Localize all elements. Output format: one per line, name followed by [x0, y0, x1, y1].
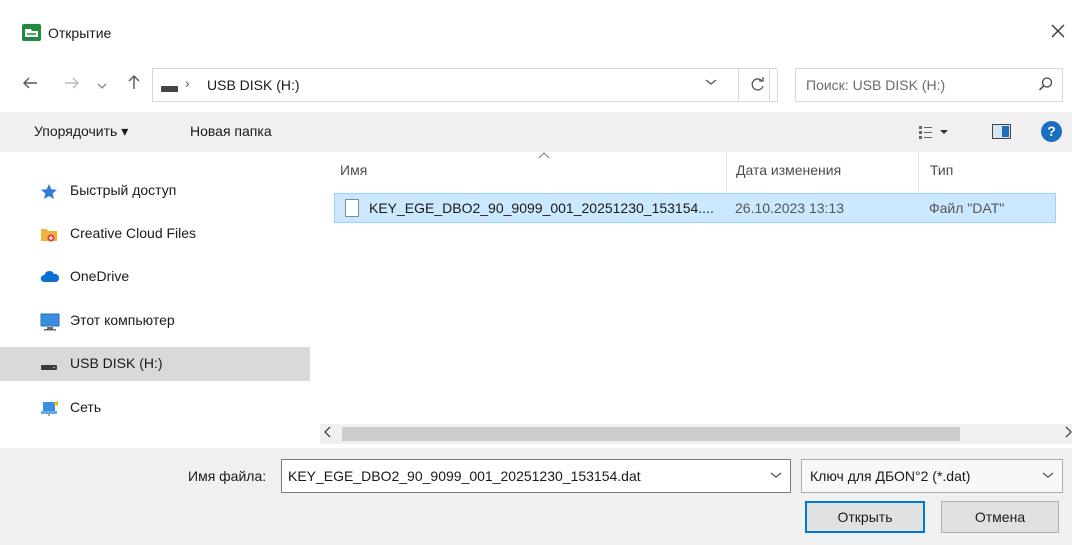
breadcrumb-usb-disk[interactable]: USB DISK (H:): [207, 77, 300, 93]
sidebar-item-quick-access[interactable]: Быстрый доступ: [0, 174, 310, 208]
filename-label: Имя файла:: [188, 468, 267, 484]
window-title: Открытие: [48, 25, 112, 41]
chevron-down-icon: [97, 83, 107, 89]
chevron-down-icon: [1042, 472, 1054, 478]
file-row[interactable]: KEY_EGE_DBO2_90_9099_001_20251230_153154…: [334, 193, 1056, 223]
close-button[interactable]: [1050, 19, 1072, 45]
sidebar-item-label: OneDrive: [70, 268, 130, 284]
cancel-button[interactable]: Отмена: [941, 501, 1059, 533]
recent-locations-button[interactable]: [92, 73, 112, 97]
star-icon: [40, 183, 58, 199]
filter-dropdown-button[interactable]: [1042, 468, 1054, 482]
navigation-pane: Быстрый доступ Creative Cloud Files OneD…: [0, 152, 314, 448]
file-name: KEY_EGE_DBO2_90_9099_001_20251230_153154…: [369, 200, 714, 216]
title-bar: Открытие: [0, 0, 1072, 60]
search-field[interactable]: Поиск: USB DISK (H:): [795, 68, 1063, 102]
chevron-down-icon: [770, 472, 782, 478]
file-type: Файл "DAT": [929, 200, 1005, 216]
back-button[interactable]: [20, 73, 40, 97]
filename-value: KEY_EGE_DBO2_90_9099_001_20251230_153154…: [288, 468, 641, 484]
forward-button[interactable]: [62, 73, 82, 97]
usb-drive-icon: [40, 356, 58, 372]
file-icon: [345, 199, 359, 217]
filename-field[interactable]: KEY_EGE_DBO2_90_9099_001_20251230_153154…: [281, 459, 791, 493]
organize-button[interactable]: Упорядочить ▾: [34, 123, 128, 140]
sidebar-item-label: USB DISK (H:): [70, 355, 163, 371]
close-icon: [1051, 24, 1065, 38]
file-list-pane: Имя Дата изменения Тип KEY_EGE_DBO2_90_9…: [320, 152, 1072, 448]
open-button[interactable]: Открыть: [805, 501, 925, 533]
view-list-icon: [919, 126, 948, 139]
column-divider[interactable]: [726, 152, 727, 192]
sidebar-item-network[interactable]: Сеть: [0, 391, 310, 425]
column-header-type[interactable]: Тип: [930, 162, 953, 178]
scrollbar-thumb[interactable]: [342, 427, 960, 441]
horizontal-scrollbar[interactable]: [320, 424, 1072, 444]
sidebar-item-onedrive[interactable]: OneDrive: [0, 260, 310, 294]
arrow-left-icon: [23, 77, 37, 89]
refresh-icon: [751, 77, 764, 91]
chevron-down-icon: [705, 79, 717, 85]
file-type-filter-value: Ключ для ДБОN°2 (*.dat): [810, 468, 971, 484]
column-header-date-modified[interactable]: Дата изменения: [736, 162, 841, 178]
address-dropdown-button[interactable]: [705, 75, 717, 89]
creative-cloud-folder-icon: [40, 226, 58, 242]
view-options-button[interactable]: [918, 124, 958, 143]
command-toolbar: Упорядочить ▾ Новая папка ?: [0, 112, 1072, 152]
arrow-up-icon: [128, 75, 140, 89]
help-button[interactable]: ?: [1041, 121, 1062, 142]
network-icon: [40, 400, 58, 416]
file-modified-date: 26.10.2023 13:13: [735, 200, 844, 216]
sidebar-item-this-pc[interactable]: Этот компьютер: [0, 304, 310, 338]
sidebar-item-label: Creative Cloud Files: [70, 225, 197, 241]
new-folder-button[interactable]: Новая папка: [190, 123, 272, 139]
up-button[interactable]: [124, 73, 144, 97]
search-placeholder: Поиск: USB DISK (H:): [806, 77, 946, 93]
sidebar-item-label: Сеть: [70, 399, 102, 415]
drive-icon: [161, 86, 178, 92]
sidebar-item-usb-disk[interactable]: USB DISK (H:): [0, 347, 310, 381]
dialog-footer: Имя файла: KEY_EGE_DBO2_90_9099_001_2025…: [0, 448, 1072, 545]
monitor-icon: [40, 313, 60, 331]
app-icon: [22, 24, 41, 41]
cloud-icon: [40, 269, 60, 285]
file-type-filter-select[interactable]: Ключ для ДБОN°2 (*.dat): [801, 459, 1063, 493]
column-header-name[interactable]: Имя: [340, 162, 367, 178]
search-icon[interactable]: [1038, 76, 1054, 95]
breadcrumb-separator: ›: [185, 75, 190, 91]
scroll-right-button[interactable]: [1064, 425, 1072, 441]
sidebar-item-creative-cloud[interactable]: Creative Cloud Files: [0, 217, 310, 251]
refresh-button[interactable]: [738, 68, 778, 102]
address-bar[interactable]: › USB DISK (H:): [152, 68, 770, 102]
sort-ascending-icon: [538, 148, 550, 162]
sidebar-item-label: Быстрый доступ: [70, 182, 177, 198]
filename-dropdown-button[interactable]: [770, 468, 782, 482]
sidebar-item-label: Этот компьютер: [70, 312, 175, 328]
column-divider[interactable]: [918, 152, 919, 192]
preview-pane-button[interactable]: [992, 124, 1011, 139]
address-row: › USB DISK (H:) Поиск: USB DISK (H:): [0, 60, 1072, 112]
scroll-left-button[interactable]: [324, 425, 332, 441]
arrow-right-icon: [65, 77, 79, 89]
